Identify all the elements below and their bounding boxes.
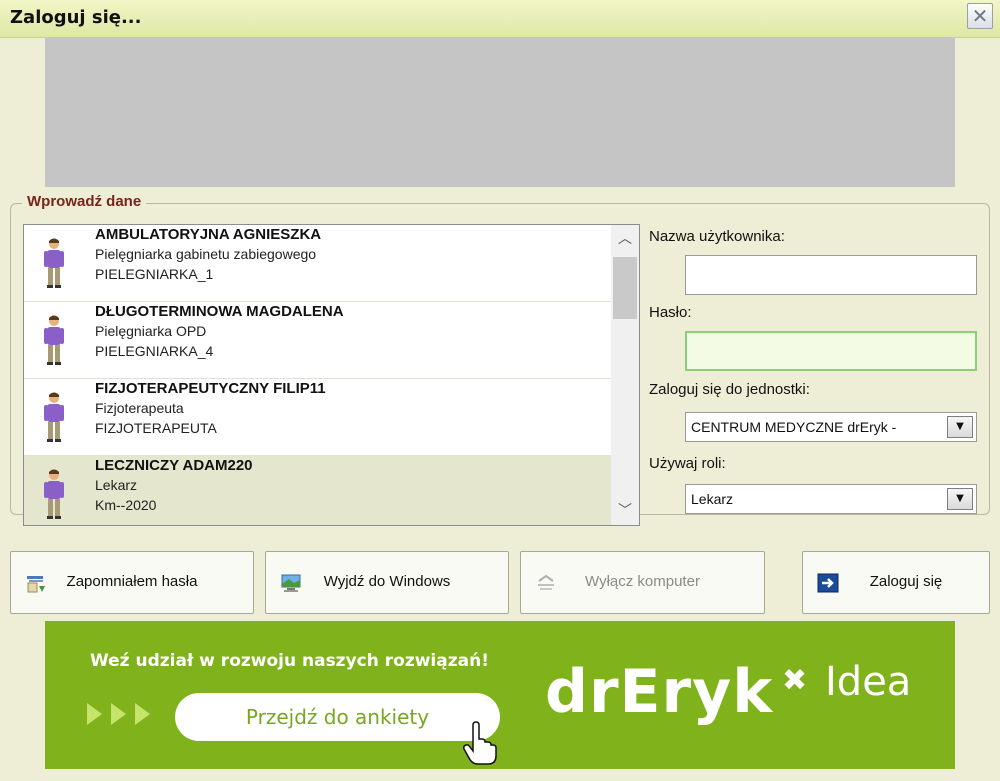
user-code: PIELEGNIARKA_1 <box>95 266 214 282</box>
user-role: Fizjoterapeuta <box>95 400 184 416</box>
forgot-password-button[interactable]: Zapomniałem hasła <box>10 551 254 614</box>
user-name: FIZJOTERAPEUTYCZNY FILIP11 <box>95 380 326 397</box>
user-name: DŁUGOTERMINOWA MAGDALENA <box>95 303 344 320</box>
survey-button[interactable]: Przejdź do ankiety <box>175 693 500 741</box>
hand-cursor-icon <box>463 721 497 765</box>
shutdown-button[interactable]: Wyłącz komputer <box>520 551 765 614</box>
user-role: Pielęgniarka OPD <box>95 323 207 339</box>
chevron-right-icon <box>87 703 102 725</box>
user-list-item-selected[interactable]: LECZNICZY ADAM220 Lekarz Km--2020 <box>24 456 611 525</box>
window-title: Zaloguj się... <box>10 7 142 28</box>
role-label: Używaj roli: <box>649 455 726 472</box>
brand-x-icon: ✖ <box>782 663 808 698</box>
shutdown-label: Wyłącz komputer <box>585 573 700 590</box>
dropdown-arrow-icon[interactable]: ▼ <box>947 488 973 510</box>
user-name: LECZNICZY ADAM220 <box>95 457 253 474</box>
user-name: AMBULATORYJNA AGNIESZKA <box>95 226 322 243</box>
scrollbar-thumb[interactable] <box>613 257 637 319</box>
login-label: Zaloguj się <box>869 573 943 590</box>
brand-suffix: Idea <box>825 659 912 705</box>
top-banner-placeholder <box>45 37 955 187</box>
username-label: Nazwa użytkownika: <box>649 228 785 245</box>
user-code: FIZJOTERAPEUTA <box>95 420 217 436</box>
login-button[interactable]: Zaloguj się <box>802 551 990 614</box>
brand-logo: drEryk <box>545 657 774 727</box>
role-select-value: Lekarz <box>691 491 734 507</box>
person-icon <box>44 238 64 288</box>
exit-windows-button[interactable]: Wyjdź do Windows <box>265 551 509 614</box>
user-list[interactable]: AMBULATORYJNA AGNIESZKA Pielęgniarka gab… <box>23 224 640 526</box>
survey-button-label: Przejdź do ankiety <box>245 705 430 729</box>
close-button[interactable]: ✕ <box>967 3 993 29</box>
chevron-right-icon <box>111 703 126 725</box>
user-list-item[interactable]: FIZJOTERAPEUTYCZNY FILIP11 Fizjoterapeut… <box>24 379 611 456</box>
password-label: Hasło: <box>649 304 692 321</box>
dropdown-arrow-icon[interactable]: ▼ <box>947 416 973 438</box>
forgot-password-label: Zapomniałem hasła <box>66 573 198 590</box>
close-icon: ✕ <box>971 4 989 28</box>
person-icon <box>44 315 64 365</box>
chevron-up-icon[interactable]: ︿ <box>611 225 639 253</box>
exit-windows-label: Wyjdź do Windows <box>323 573 451 590</box>
chevron-down-icon[interactable]: ﹀ <box>611 497 639 525</box>
unit-select[interactable]: CENTRUM MEDYCZNE drEryk - ▼ <box>685 412 977 442</box>
user-list-item[interactable]: AMBULATORYJNA AGNIESZKA Pielęgniarka gab… <box>24 225 611 302</box>
user-code: Km--2020 <box>95 497 157 513</box>
ad-headline: Weź udział w rozwoju naszych rozwiązań! <box>90 651 489 671</box>
role-select[interactable]: Lekarz ▼ <box>685 484 977 514</box>
user-role: Lekarz <box>95 477 138 493</box>
user-list-scrollbar[interactable]: ︿ ﹀ <box>611 225 639 525</box>
username-field[interactable] <box>685 255 977 295</box>
title-bar: Zaloguj się... ✕ <box>0 0 1000 38</box>
person-icon <box>44 392 64 442</box>
user-role: Pielęgniarka gabinetu zabiegowego <box>95 246 317 262</box>
survey-ad-banner[interactable]: Weź udział w rozwoju naszych rozwiązań! … <box>45 621 955 769</box>
unit-select-value: CENTRUM MEDYCZNE drEryk - <box>691 419 897 435</box>
user-list-item[interactable]: DŁUGOTERMINOWA MAGDALENA Pielęgniarka OP… <box>24 302 611 379</box>
unit-label: Zaloguj się do jednostki: <box>649 381 810 398</box>
user-code: PIELEGNIARKA_4 <box>95 343 214 359</box>
person-icon <box>44 469 64 519</box>
chevron-right-icon <box>135 703 150 725</box>
password-field[interactable] <box>685 331 977 371</box>
group-legend: Wprowadź dane <box>22 193 147 210</box>
